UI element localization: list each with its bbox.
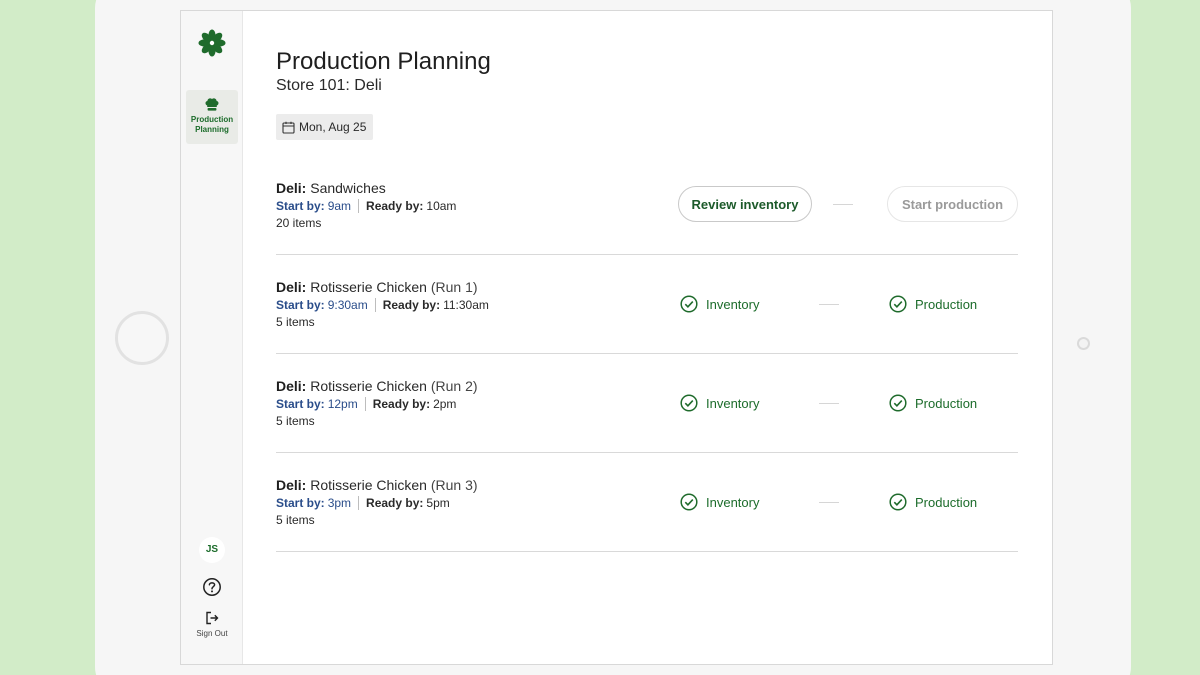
run-times: Start by: 12pm Ready by: 2pm: [276, 397, 456, 411]
item-count: 20 items: [276, 216, 322, 230]
start-by-label: Start by:: [276, 397, 325, 411]
sidebar-item-production-planning[interactable]: Production Planning: [186, 90, 238, 144]
start-by-time: 12pm: [327, 397, 358, 411]
review-inventory-button[interactable]: Review inventory: [678, 186, 812, 222]
check-circle-icon: [680, 394, 698, 412]
step-connector: [833, 204, 853, 205]
production-status[interactable]: Production: [889, 295, 977, 313]
chef-hat-icon: [205, 98, 219, 111]
ready-by-label: Ready by:: [382, 298, 441, 312]
step-connector: [819, 403, 839, 404]
start-production-button[interactable]: Start production: [887, 186, 1018, 222]
divider: [358, 199, 360, 213]
run-number: (Run 1): [430, 279, 478, 295]
production-status[interactable]: Production: [889, 493, 977, 511]
run-number: (Run 2): [430, 378, 478, 394]
camera-dot: [1077, 337, 1090, 350]
run-times: Start by: 3pm Ready by: 5pm: [276, 496, 450, 510]
production-label: Production: [915, 395, 978, 411]
run-name: Rotisserie Chicken: [310, 378, 427, 394]
run-times: Start by: 9:30am Ready by: 11:30am: [276, 298, 489, 312]
inventory-label: Inventory: [706, 395, 760, 411]
avatar[interactable]: JS: [199, 537, 225, 563]
run-title: Deli: Rotisserie Chicken (Run 1): [276, 279, 478, 295]
app-screen: Production Planning JS Sign Out Producti…: [180, 10, 1053, 665]
sign-out-label: Sign Out: [196, 629, 228, 638]
sidebar: Production Planning JS Sign Out: [181, 11, 243, 664]
ready-by-time: 11:30am: [443, 298, 489, 312]
help-circle-icon[interactable]: [202, 577, 222, 597]
production-run-row: Deli: Rotisserie Chicken (Run 1) Start b…: [276, 255, 1018, 354]
check-circle-icon: [680, 493, 698, 511]
page-title: Production Planning: [276, 48, 491, 75]
check-circle-icon: [889, 295, 907, 313]
inventory-label: Inventory: [706, 494, 760, 510]
run-name: Sandwiches: [310, 180, 386, 196]
sidebar-item-label: Production Planning: [190, 115, 234, 134]
production-status[interactable]: Production: [889, 394, 977, 412]
run-department: Deli:: [276, 477, 307, 493]
ready-by-time: 10am: [426, 199, 457, 213]
run-times: Start by: 9am Ready by: 10am: [276, 199, 456, 213]
run-department: Deli:: [276, 378, 307, 394]
date-label: Mon, Aug 25: [299, 120, 367, 134]
ready-by-time: 2pm: [433, 397, 457, 411]
start-by-time: 9am: [327, 199, 352, 213]
check-circle-icon: [680, 295, 698, 313]
production-run-row: Deli: Rotisserie Chicken (Run 3) Start b…: [276, 453, 1018, 552]
inventory-label: Inventory: [706, 296, 760, 312]
production-run-row: Deli: Rotisserie Chicken (Run 2) Start b…: [276, 354, 1018, 453]
start-by-label: Start by:: [276, 496, 325, 510]
run-title: Deli: Sandwiches: [276, 180, 386, 196]
run-name: Rotisserie Chicken: [310, 477, 427, 493]
production-run-row: Deli: Sandwiches Start by: 9am Ready by:…: [276, 156, 1018, 255]
inventory-status[interactable]: Inventory: [680, 493, 759, 511]
leaf-wheel-logo: [198, 29, 226, 57]
divider: [358, 496, 360, 510]
run-number: (Run 3): [430, 477, 478, 493]
calendar-icon: [282, 121, 295, 134]
item-count: 5 items: [276, 315, 315, 329]
production-label: Production: [915, 494, 978, 510]
run-department: Deli:: [276, 279, 307, 295]
item-count: 5 items: [276, 513, 315, 527]
start-by-time: 3pm: [327, 496, 352, 510]
run-title: Deli: Rotisserie Chicken (Run 3): [276, 477, 478, 493]
divider: [364, 397, 366, 411]
start-by-time: 9:30am: [327, 298, 368, 312]
production-label: Production: [915, 296, 978, 312]
run-name: Rotisserie Chicken: [310, 279, 427, 295]
ready-by-label: Ready by:: [366, 496, 424, 510]
ready-by-label: Ready by:: [372, 397, 431, 411]
item-count: 5 items: [276, 414, 315, 428]
start-by-label: Start by:: [276, 298, 325, 312]
main-content: Production Planning Store 101: Deli Mon,…: [276, 11, 1018, 664]
step-connector: [819, 304, 839, 305]
ready-by-time: 5pm: [426, 496, 450, 510]
sign-out-button[interactable]: Sign Out: [181, 611, 243, 638]
page-subtitle: Store 101: Deli: [276, 77, 382, 94]
check-circle-icon: [889, 493, 907, 511]
start-by-label: Start by:: [276, 199, 325, 213]
ready-by-label: Ready by:: [366, 199, 424, 213]
check-circle-icon: [889, 394, 907, 412]
step-connector: [819, 502, 839, 503]
inventory-status[interactable]: Inventory: [680, 295, 759, 313]
run-department: Deli:: [276, 180, 307, 196]
divider: [374, 298, 376, 312]
sign-out-icon: [206, 611, 219, 625]
inventory-status[interactable]: Inventory: [680, 394, 759, 412]
home-button[interactable]: [115, 311, 169, 365]
date-picker[interactable]: Mon, Aug 25: [276, 114, 374, 140]
run-title: Deli: Rotisserie Chicken (Run 2): [276, 378, 478, 394]
